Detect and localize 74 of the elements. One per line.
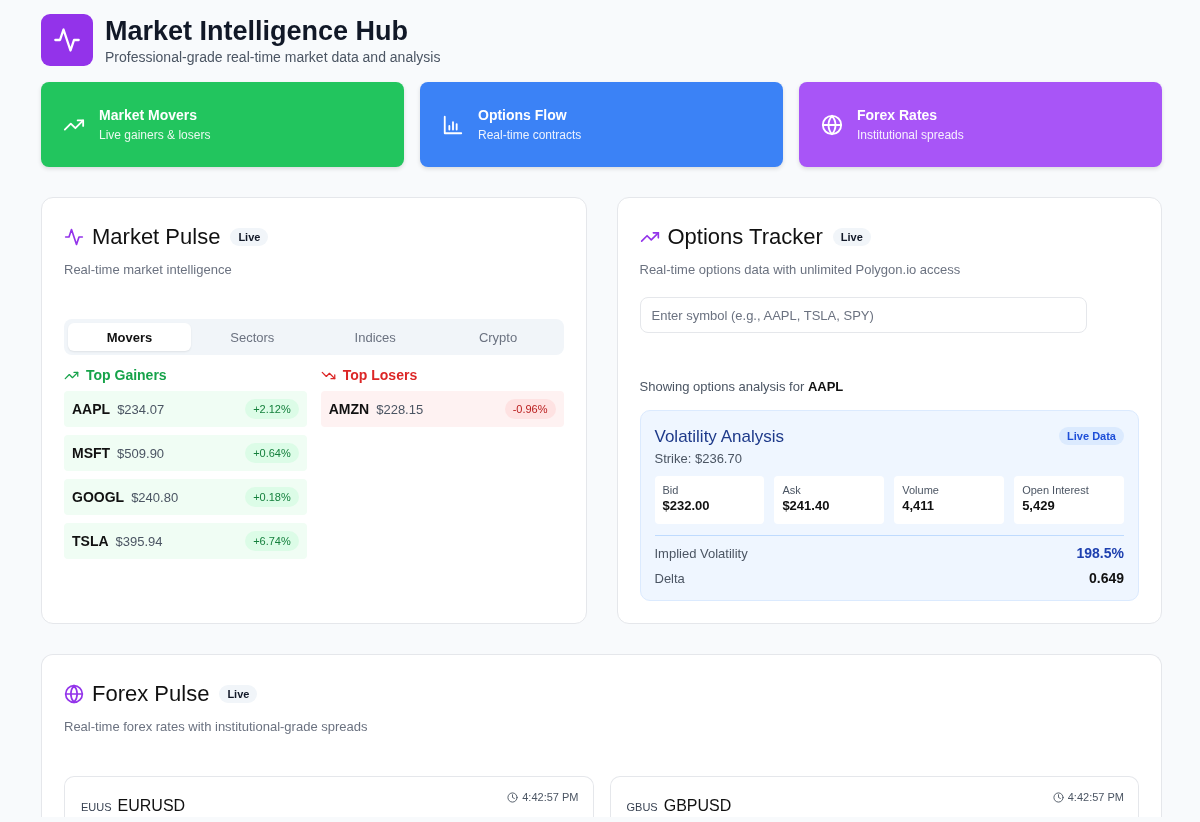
tab[interactable]: Indices xyxy=(313,323,437,351)
nav-card[interactable]: Forex Rates Institutional spreads xyxy=(799,82,1162,167)
stock-price: $509.90 xyxy=(117,445,166,461)
bar-chart-icon xyxy=(442,113,464,136)
tab[interactable]: Crypto xyxy=(436,323,560,351)
stock-price: $234.07 xyxy=(117,401,166,417)
metric-value: 198.5% xyxy=(1076,545,1124,561)
analysis-caption: Showing options analysis for AAPL xyxy=(639,379,845,394)
change-badge: -0.96% xyxy=(504,399,556,419)
panel-subtitle: Real-time forex rates with institutional-grade spreads xyxy=(64,719,369,734)
panel-title: Options Tracker xyxy=(667,224,823,250)
nav-card-subtitle: Real-time contracts xyxy=(478,128,582,142)
stat-value: 5,429 xyxy=(1022,498,1056,513)
stock-price: $240.80 xyxy=(131,489,180,505)
globe-icon xyxy=(64,684,84,704)
stat-label: Open Interest xyxy=(1022,484,1090,496)
live-data-badge: Live Data xyxy=(1059,427,1124,445)
panel-title: Market Pulse xyxy=(92,224,221,250)
change-badge: +0.64% xyxy=(245,443,299,463)
app-title: Market Intelligence Hub xyxy=(105,15,410,47)
stock-symbol: AAPL xyxy=(72,401,111,417)
live-badge: Live xyxy=(230,228,269,246)
metric-label: Delta xyxy=(654,570,685,586)
stock-symbol: AMZN xyxy=(328,401,370,417)
change-badge: +0.18% xyxy=(245,487,299,507)
clock-icon xyxy=(507,791,519,803)
nav-card-title: Market Movers xyxy=(99,107,199,123)
clock-icon xyxy=(1052,791,1064,803)
pair-code: EUUS xyxy=(81,801,112,813)
stock-row[interactable]: AAPL $234.07 +2.12% xyxy=(64,391,307,427)
stat-value: $241.40 xyxy=(782,498,831,513)
change-badge: +6.74% xyxy=(245,531,299,551)
strike-price: Strike: $236.70 xyxy=(654,451,743,466)
change-badge: +2.12% xyxy=(245,399,299,419)
stock-row[interactable]: GOOGL $240.80 +0.18% xyxy=(64,479,307,515)
pair-code: GBUS xyxy=(626,801,658,813)
stock-symbol: GOOGL xyxy=(72,489,125,505)
pair-symbol: GBPUSD xyxy=(663,797,732,815)
nav-card-subtitle: Institutional spreads xyxy=(857,128,964,142)
app-subtitle: Professional-grade real-time market data and analysis xyxy=(105,48,441,65)
tab[interactable]: Movers xyxy=(68,323,191,351)
analysis-title: Volatility Analysis xyxy=(654,427,784,447)
panel-title: Forex Pulse xyxy=(92,681,210,707)
column-title: Top Losers xyxy=(342,367,418,383)
metric-value: 0.649 xyxy=(1088,570,1124,586)
panel-subtitle: Real-time market intelligence xyxy=(64,262,233,277)
stat-label: Bid xyxy=(662,484,680,496)
stock-symbol: TSLA xyxy=(72,533,109,549)
stock-price: $228.15 xyxy=(376,401,425,417)
stat-label: Ask xyxy=(782,484,802,496)
stock-row[interactable]: TSLA $395.94 +6.74% xyxy=(64,523,307,559)
stock-symbol: MSFT xyxy=(72,445,111,461)
panel-subtitle: Real-time options data with unlimited Polygon.io access xyxy=(639,262,962,277)
globe-icon xyxy=(821,113,843,136)
live-badge: Live xyxy=(219,685,258,703)
nav-card-title: Options Flow xyxy=(478,107,568,123)
metric-label: Implied Volatility xyxy=(654,545,748,561)
stat-value: $232.00 xyxy=(662,498,711,513)
pulse-icon xyxy=(64,227,84,247)
nav-card[interactable]: Options Flow Real-time contracts xyxy=(420,82,783,167)
column-title: Top Gainers xyxy=(86,367,167,383)
stat-label: Volume xyxy=(902,484,940,496)
symbol-input[interactable]: Enter symbol (e.g., AAPL, TSLA, SPY) xyxy=(639,297,1087,333)
stock-price: $395.94 xyxy=(115,533,164,549)
nav-card-subtitle: Live gainers & losers xyxy=(99,128,211,142)
pair-symbol: EURUSD xyxy=(117,797,186,815)
pulse-icon xyxy=(53,26,81,54)
stock-row[interactable]: MSFT $509.90 +0.64% xyxy=(64,435,307,471)
tab[interactable]: Sectors xyxy=(190,323,314,351)
update-time: 4:42:57 PM xyxy=(1067,791,1124,803)
stat-value: 4,411 xyxy=(902,498,936,513)
nav-card-title: Forex Rates xyxy=(857,107,939,123)
live-badge: Live xyxy=(832,228,871,246)
update-time: 4:42:57 PM xyxy=(522,791,579,803)
